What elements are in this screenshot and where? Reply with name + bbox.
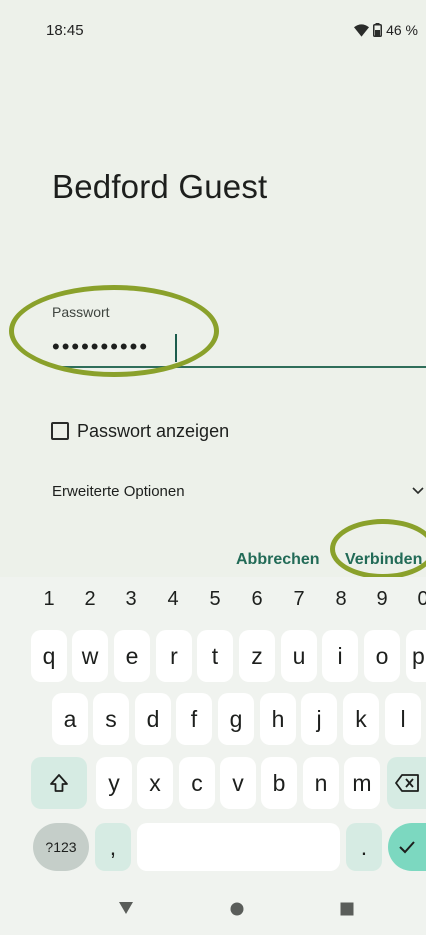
period-key[interactable]: . [346, 823, 382, 871]
key-t[interactable]: t [197, 630, 233, 682]
cancel-button[interactable]: Abbrechen [236, 551, 320, 569]
battery-percent: 46 % [386, 22, 418, 38]
key-b[interactable]: b [261, 757, 297, 809]
key-0[interactable]: 0 [413, 588, 426, 611]
key-x[interactable]: x [137, 757, 173, 809]
shift-key[interactable] [31, 757, 87, 809]
key-1[interactable]: 1 [39, 588, 59, 611]
battery-icon [373, 23, 383, 37]
key-e[interactable]: e [114, 630, 150, 682]
wifi-icon [354, 23, 370, 37]
backspace-key[interactable] [387, 757, 426, 809]
key-c[interactable]: c [179, 757, 215, 809]
highlight-ring-password [9, 285, 219, 377]
key-8[interactable]: 8 [331, 588, 351, 611]
key-3[interactable]: 3 [121, 588, 141, 611]
highlight-ring-connect [330, 519, 426, 579]
comma-key[interactable]: , [95, 823, 131, 871]
back-nav-icon[interactable] [118, 901, 134, 915]
key-k[interactable]: k [343, 693, 379, 745]
key-i[interactable]: i [322, 630, 358, 682]
key-n[interactable]: n [303, 757, 339, 809]
chevron-down-icon[interactable] [410, 482, 426, 498]
key-o[interactable]: o [364, 630, 400, 682]
backspace-icon [394, 774, 419, 792]
key-h[interactable]: h [260, 693, 296, 745]
key-v[interactable]: v [220, 757, 256, 809]
status-time: 18:45 [46, 22, 84, 39]
key-q[interactable]: q [31, 630, 67, 682]
show-password-label[interactable]: Passwort anzeigen [77, 421, 229, 442]
network-title: Bedford Guest [52, 168, 268, 205]
key-g[interactable]: g [218, 693, 254, 745]
shift-icon [50, 774, 68, 792]
key-a[interactable]: a [52, 693, 88, 745]
key-s[interactable]: s [93, 693, 129, 745]
key-9[interactable]: 9 [372, 588, 392, 611]
advanced-options[interactable]: Erweiterte Optionen [52, 483, 185, 500]
show-password-checkbox[interactable] [51, 422, 69, 440]
key-p[interactable]: p [406, 630, 426, 682]
home-nav-icon[interactable] [230, 902, 244, 916]
key-m[interactable]: m [344, 757, 380, 809]
status-icons: 46 % [354, 22, 418, 38]
recents-nav-icon[interactable] [340, 902, 354, 916]
key-y[interactable]: y [96, 757, 132, 809]
key-f[interactable]: f [176, 693, 212, 745]
key-r[interactable]: r [156, 630, 192, 682]
key-l[interactable]: l [385, 693, 421, 745]
key-z[interactable]: z [239, 630, 275, 682]
key-j[interactable]: j [301, 693, 337, 745]
checkmark-icon [399, 841, 415, 854]
key-w[interactable]: w [72, 630, 108, 682]
key-6[interactable]: 6 [247, 588, 267, 611]
key-2[interactable]: 2 [80, 588, 100, 611]
key-4[interactable]: 4 [163, 588, 183, 611]
key-d[interactable]: d [135, 693, 171, 745]
space-key[interactable] [137, 823, 340, 871]
key-u[interactable]: u [281, 630, 317, 682]
symbols-key[interactable]: ?123 [33, 823, 89, 871]
number-row: 1 2 3 4 5 6 7 8 9 0 [0, 588, 426, 618]
key-5[interactable]: 5 [205, 588, 225, 611]
key-7[interactable]: 7 [289, 588, 309, 611]
